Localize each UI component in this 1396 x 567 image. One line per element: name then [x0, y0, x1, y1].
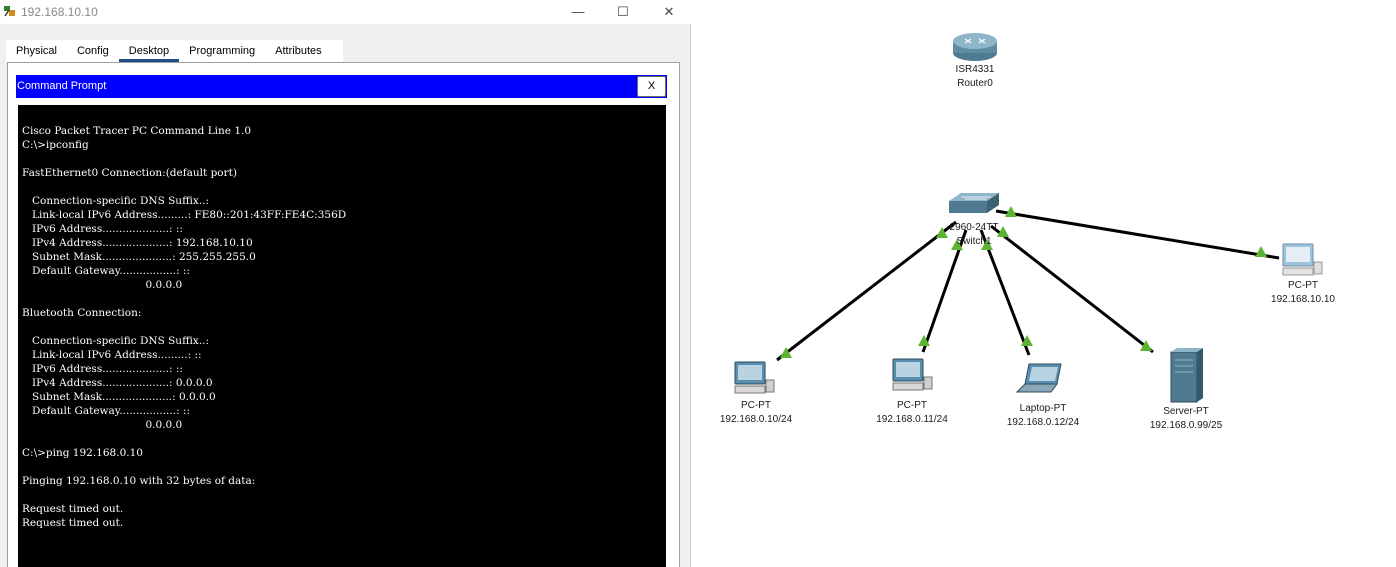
- link-status-indicators: [780, 206, 1267, 358]
- switch-icon[interactable]: [949, 193, 999, 213]
- packet-tracer-app-icon: [4, 6, 15, 17]
- pc-icon[interactable]: [734, 361, 775, 394]
- minimize-button[interactable]: —: [555, 0, 601, 24]
- device-type-label: PC-PT: [1288, 280, 1318, 291]
- device-type-label: PC-PT: [741, 400, 771, 411]
- close-button[interactable]: ✕: [646, 0, 692, 24]
- router-icon[interactable]: [953, 33, 997, 61]
- command-prompt-header: Command Prompt X: [16, 75, 667, 98]
- pc-window: 192.168.10.10 — ☐ ✕ Physical Config Desk…: [0, 0, 691, 567]
- device-tabs: Physical Config Desktop Programming Attr…: [6, 40, 343, 62]
- device-type-label: PC-PT: [897, 400, 927, 411]
- router-model-label: ISR4331: [955, 64, 995, 75]
- pc-icon[interactable]: [1282, 243, 1323, 276]
- link-up-indicator: [1255, 246, 1267, 257]
- command-prompt-close-button[interactable]: X: [637, 76, 666, 97]
- device-ip-label: 192.168.10.10: [1271, 294, 1335, 305]
- link-switch-server: [990, 224, 1154, 354]
- device-type-label: Server-PT: [1163, 406, 1209, 417]
- laptop-icon[interactable]: [1015, 363, 1062, 393]
- panel-scrollbar[interactable]: [680, 62, 690, 567]
- tab-attributes[interactable]: Attributes: [265, 40, 331, 62]
- pc-icon[interactable]: [892, 358, 933, 391]
- window-titlebar[interactable]: 192.168.10.10 — ☐ ✕: [0, 0, 691, 24]
- device-ip-label: 192.168.0.11/24: [876, 414, 948, 425]
- tab-physical[interactable]: Physical: [6, 40, 67, 62]
- switch-model-label: 2960-24TT: [949, 222, 999, 233]
- router-name-label: Router0: [957, 78, 993, 89]
- device-ip-label: 192.168.0.10/24: [719, 414, 793, 425]
- topology-workspace[interactable]: ISR4331 Router0 2960-24TT Switch1 PC-PT …: [691, 0, 1396, 567]
- link-switch-pc-10-10: [995, 209, 1280, 260]
- maximize-button[interactable]: ☐: [600, 0, 646, 24]
- terminal[interactable]: Cisco Packet Tracer PC Command Line 1.0 …: [18, 105, 666, 567]
- device-type-label: Laptop-PT: [1019, 403, 1067, 414]
- tab-config[interactable]: Config: [67, 40, 119, 62]
- tab-programming[interactable]: Programming: [179, 40, 265, 62]
- window-title: 192.168.10.10: [21, 5, 98, 19]
- device-ip-label: 192.168.0.12/24: [1006, 417, 1080, 428]
- terminal-output: Cisco Packet Tracer PC Command Line 1.0 …: [22, 125, 347, 529]
- device-ip-label: 192.168.0.99/25: [1149, 420, 1223, 431]
- switch-name-label: Switch1: [956, 236, 992, 247]
- link-switch-pc-10: [776, 220, 957, 362]
- tab-desktop[interactable]: Desktop: [118, 40, 180, 62]
- command-prompt-title: Command Prompt: [17, 80, 107, 92]
- server-icon[interactable]: [1170, 348, 1203, 403]
